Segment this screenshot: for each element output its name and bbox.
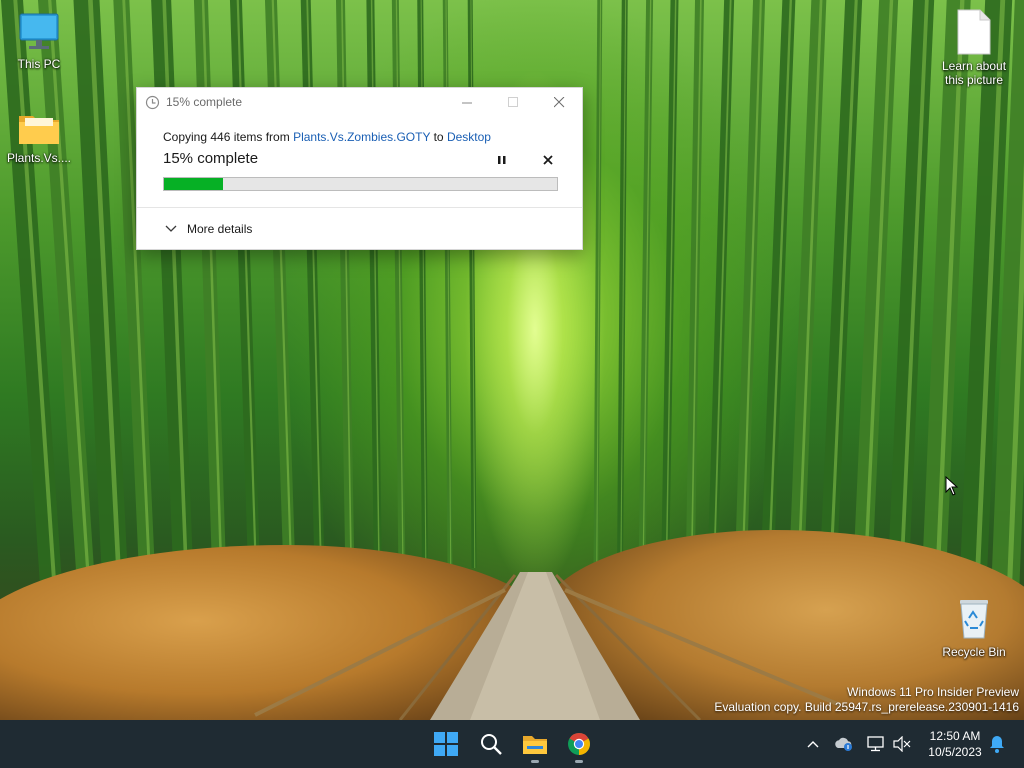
bell-icon <box>990 736 1004 753</box>
minimize-icon <box>461 102 472 103</box>
progress-clock-icon <box>145 95 160 109</box>
this-pc-desktop-icon[interactable]: This PC <box>1 10 77 71</box>
chevron-up-icon <box>807 741 819 748</box>
taskbar: 12:50 AM 10/5/2023 <box>0 720 1024 768</box>
chevron-down-icon <box>165 225 177 232</box>
computer-icon <box>19 13 59 49</box>
copy-progress-bar <box>163 177 558 191</box>
desktop-icon-label: Plants.Vs.... <box>6 151 72 165</box>
onedrive-tray-button[interactable] <box>834 734 854 754</box>
folder-icon <box>19 116 59 144</box>
chrome-taskbar-button[interactable] <box>562 728 596 763</box>
clock-date: 10/5/2023 <box>928 745 982 759</box>
network-icon <box>867 736 884 752</box>
volume-muted-icon <box>893 736 911 752</box>
running-indicator <box>575 760 583 763</box>
close-icon <box>553 96 564 107</box>
pause-button[interactable] <box>491 150 513 170</box>
dialog-title: 15% complete <box>166 95 243 109</box>
more-details-label: More details <box>187 222 253 236</box>
cancel-copy-button[interactable] <box>537 150 559 170</box>
plants-vs-zombies-folder-icon[interactable]: Plants.Vs.... <box>1 108 77 165</box>
maximize-button <box>490 88 536 116</box>
show-hidden-icons-button[interactable] <box>803 734 823 754</box>
network-tray-button[interactable] <box>866 734 886 754</box>
destination-folder-link[interactable]: Desktop <box>447 130 491 144</box>
clock-time: 12:50 AM <box>929 729 981 743</box>
dialog-titlebar[interactable]: 15% complete <box>137 88 582 116</box>
watermark-build: Evaluation copy. Build 25947.rs_prerelea… <box>714 700 1019 714</box>
minimize-button[interactable] <box>444 88 490 116</box>
start-icon <box>434 732 458 756</box>
windows-watermark: Windows 11 Pro Insider Preview Evaluatio… <box>714 685 1019 715</box>
start-button[interactable] <box>429 728 463 760</box>
source-folder-link[interactable]: Plants.Vs.Zombies.GOTY <box>293 130 430 144</box>
desktop-icon-label: Recycle Bin <box>942 645 1006 659</box>
mouse-cursor-icon <box>945 476 959 496</box>
watermark-edition: Windows 11 Pro Insider Preview <box>847 685 1019 699</box>
chrome-icon <box>568 733 590 755</box>
copy-prefix-text: Copying 446 items from <box>163 130 290 144</box>
recycle-bin-icon <box>960 600 988 639</box>
desktop-icon-label: This PC <box>17 57 61 71</box>
notifications-button[interactable] <box>987 734 1007 754</box>
copy-description: Copying 446 items from Plants.Vs.Zombies… <box>163 130 491 144</box>
clock-button[interactable]: 12:50 AM 10/5/2023 <box>922 728 988 760</box>
cancel-icon <box>543 155 553 165</box>
document-icon <box>957 9 991 55</box>
recycle-bin-desktop-icon[interactable]: Recycle Bin <box>936 596 1012 659</box>
desktop-icon-label: Learn about this picture <box>941 59 1007 87</box>
volume-tray-button[interactable] <box>892 734 912 754</box>
more-details-toggle[interactable]: More details <box>165 222 252 236</box>
search-icon <box>481 734 502 755</box>
file-copy-dialog[interactable]: 15% complete Copying 446 items from Plan… <box>136 87 583 250</box>
learn-about-picture-desktop-icon[interactable]: Learn about this picture <box>936 8 1012 87</box>
file-explorer-icon <box>523 736 547 754</box>
maximize-icon <box>507 96 518 107</box>
search-button[interactable] <box>474 728 508 760</box>
progress-fill <box>164 178 223 190</box>
progress-percent-text: 15% complete <box>163 150 259 167</box>
onedrive-icon <box>835 737 852 751</box>
copy-to-text: to <box>433 130 444 144</box>
dialog-divider <box>137 207 582 208</box>
running-indicator <box>531 760 539 763</box>
file-explorer-taskbar-button[interactable] <box>518 728 552 763</box>
close-window-button[interactable] <box>536 88 582 116</box>
pause-icon <box>498 156 506 164</box>
